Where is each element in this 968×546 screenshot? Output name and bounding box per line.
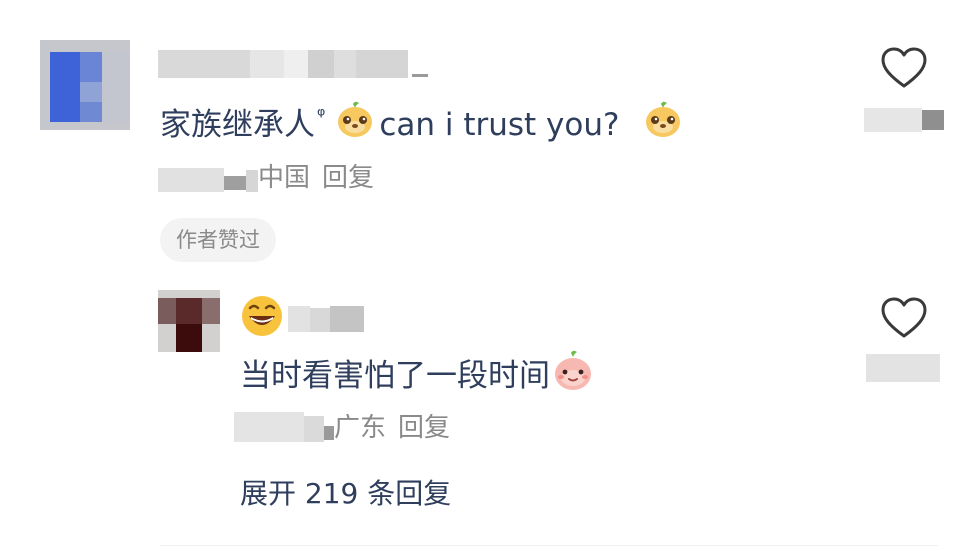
peach-face-emoji [552,350,594,402]
comment-text-en: can i trust you? [379,107,620,143]
reply-text-zh: 当时看害怕了一段时间 [240,358,550,394]
expand-replies-link[interactable]: 展开 219 条回复 [240,476,451,512]
bear-face-emoji [643,100,683,150]
comment-like-count-redacted [864,108,944,132]
comment-text-zh: 家族继承人 [160,107,315,143]
grinning-face-emoji [240,294,284,342]
heart-outline-icon [881,47,927,88]
author-liked-badge: 作者赞过 [160,218,276,262]
reply-avatar[interactable] [158,290,220,352]
heart-outline-icon [881,297,927,338]
reply-like-button[interactable] [880,296,928,340]
comment-location: 中国 [258,163,311,193]
reply-text: 当时看害怕了一段时间 [240,350,594,402]
bear-face-emoji [335,100,375,150]
comment-text: 家族继承人 ᵠ can i trust you? [160,100,683,150]
reply-username-redacted [288,306,364,332]
comment-time-redacted [158,168,258,192]
reply-meta: 广东 回复 [234,412,450,444]
reply-like-count-redacted [866,354,940,382]
comment-tag-glyph: ᵠ [317,103,326,127]
comment-username-redacted[interactable] [158,48,428,82]
reply-time-redacted [234,412,334,442]
comment-meta: 中国 回复 [158,162,374,194]
reply-reply-button[interactable]: 回复 [398,412,450,444]
comment-avatar[interactable] [40,40,130,130]
reply-username[interactable] [240,294,364,342]
reply-location: 广东 [334,413,387,443]
comment-like-button[interactable] [880,46,928,90]
comment-reply-button[interactable]: 回复 [322,162,374,194]
